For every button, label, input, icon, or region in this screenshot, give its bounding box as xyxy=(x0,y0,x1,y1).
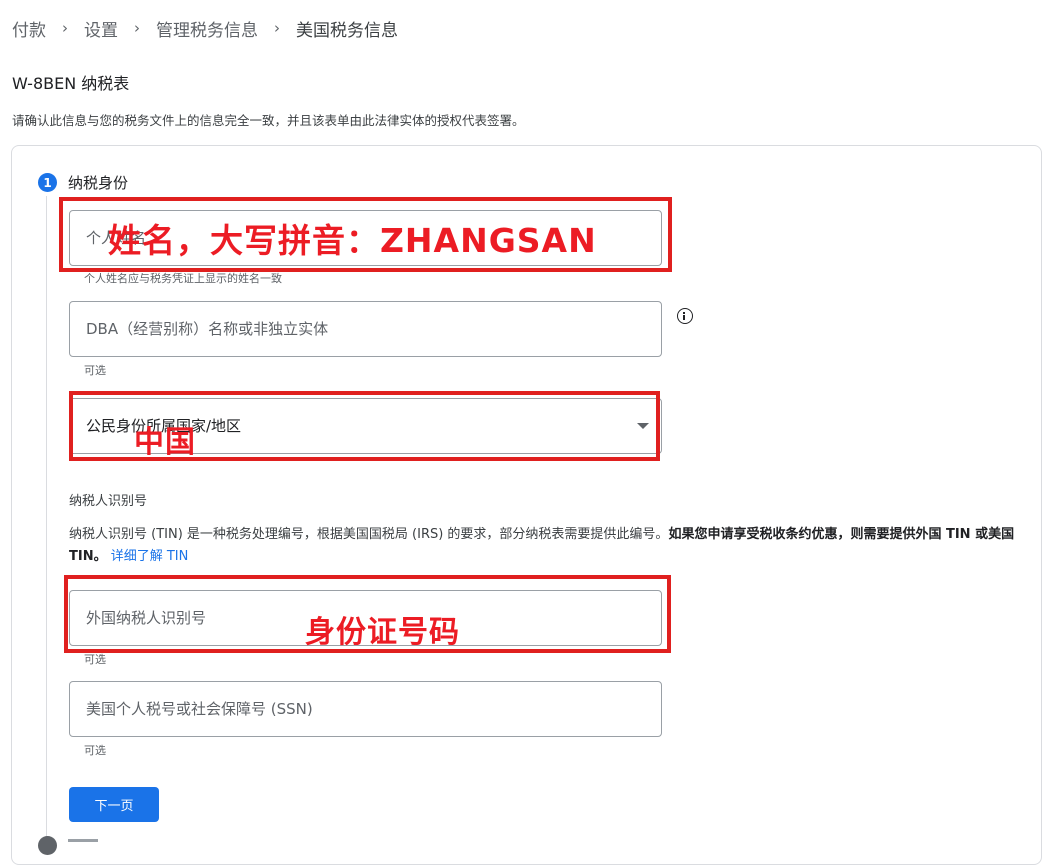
tin-heading: 纳税人识别号 xyxy=(69,494,148,509)
step-rail xyxy=(46,196,47,842)
dba-helper: 可选 xyxy=(84,364,106,377)
page-title: W-8BEN 纳税表 xyxy=(12,74,130,93)
chevron-right-icon: › xyxy=(134,19,140,37)
foreign-tin-helper: 可选 xyxy=(84,653,106,666)
next-button[interactable]: 下一页 xyxy=(69,787,159,822)
breadcrumb-settings[interactable]: 设置 xyxy=(84,16,118,41)
us-ssn-field[interactable]: 美国个人税号或社会保障号 (SSN) xyxy=(69,681,662,737)
individual-name-helper: 个人姓名应与税务凭证上显示的姓名一致 xyxy=(84,272,282,285)
chevron-right-icon: › xyxy=(274,19,280,37)
info-icon[interactable] xyxy=(677,308,693,324)
step-title: 纳税身份 xyxy=(68,174,129,192)
step-number-badge: 1 xyxy=(38,173,57,192)
name-annotation: 姓名，大写拼音：ZHANGSAN xyxy=(108,221,597,260)
dba-name-placeholder: DBA（经营别称）名称或非独立实体 xyxy=(86,320,329,338)
tin-description: 纳税人识别号 (TIN) 是一种税务处理编号，根据美国国税局 (IRS) 的要求… xyxy=(69,524,1019,568)
tin-annotation: 身份证号码 xyxy=(305,615,460,650)
country-annotation: 中国 xyxy=(134,425,196,460)
us-ssn-placeholder: 美国个人税号或社会保障号 (SSN) xyxy=(86,700,313,718)
breadcrumb-us-tax-info: 美国税务信息 xyxy=(296,20,398,41)
dba-name-field[interactable]: DBA（经营别称）名称或非独立实体 xyxy=(69,301,662,357)
breadcrumb: 付款 › 设置 › 管理税务信息 › 美国税务信息 xyxy=(12,16,398,41)
step-2-badge xyxy=(38,836,57,855)
us-ssn-helper: 可选 xyxy=(84,744,106,757)
step-2-title xyxy=(68,834,108,842)
learn-more-tin-link[interactable]: 详细了解 TIN xyxy=(111,549,189,564)
breadcrumb-payments[interactable]: 付款 xyxy=(12,16,46,41)
tin-description-text: 纳税人识别号 (TIN) 是一种税务处理编号，根据美国国税局 (IRS) 的要求… xyxy=(69,527,669,542)
breadcrumb-manage-tax-info[interactable]: 管理税务信息 xyxy=(156,16,258,41)
chevron-right-icon: › xyxy=(62,19,68,37)
form-description: 请确认此信息与您的税务文件上的信息完全一致，并且该表单由此法律实体的授权代表签署… xyxy=(12,113,525,128)
